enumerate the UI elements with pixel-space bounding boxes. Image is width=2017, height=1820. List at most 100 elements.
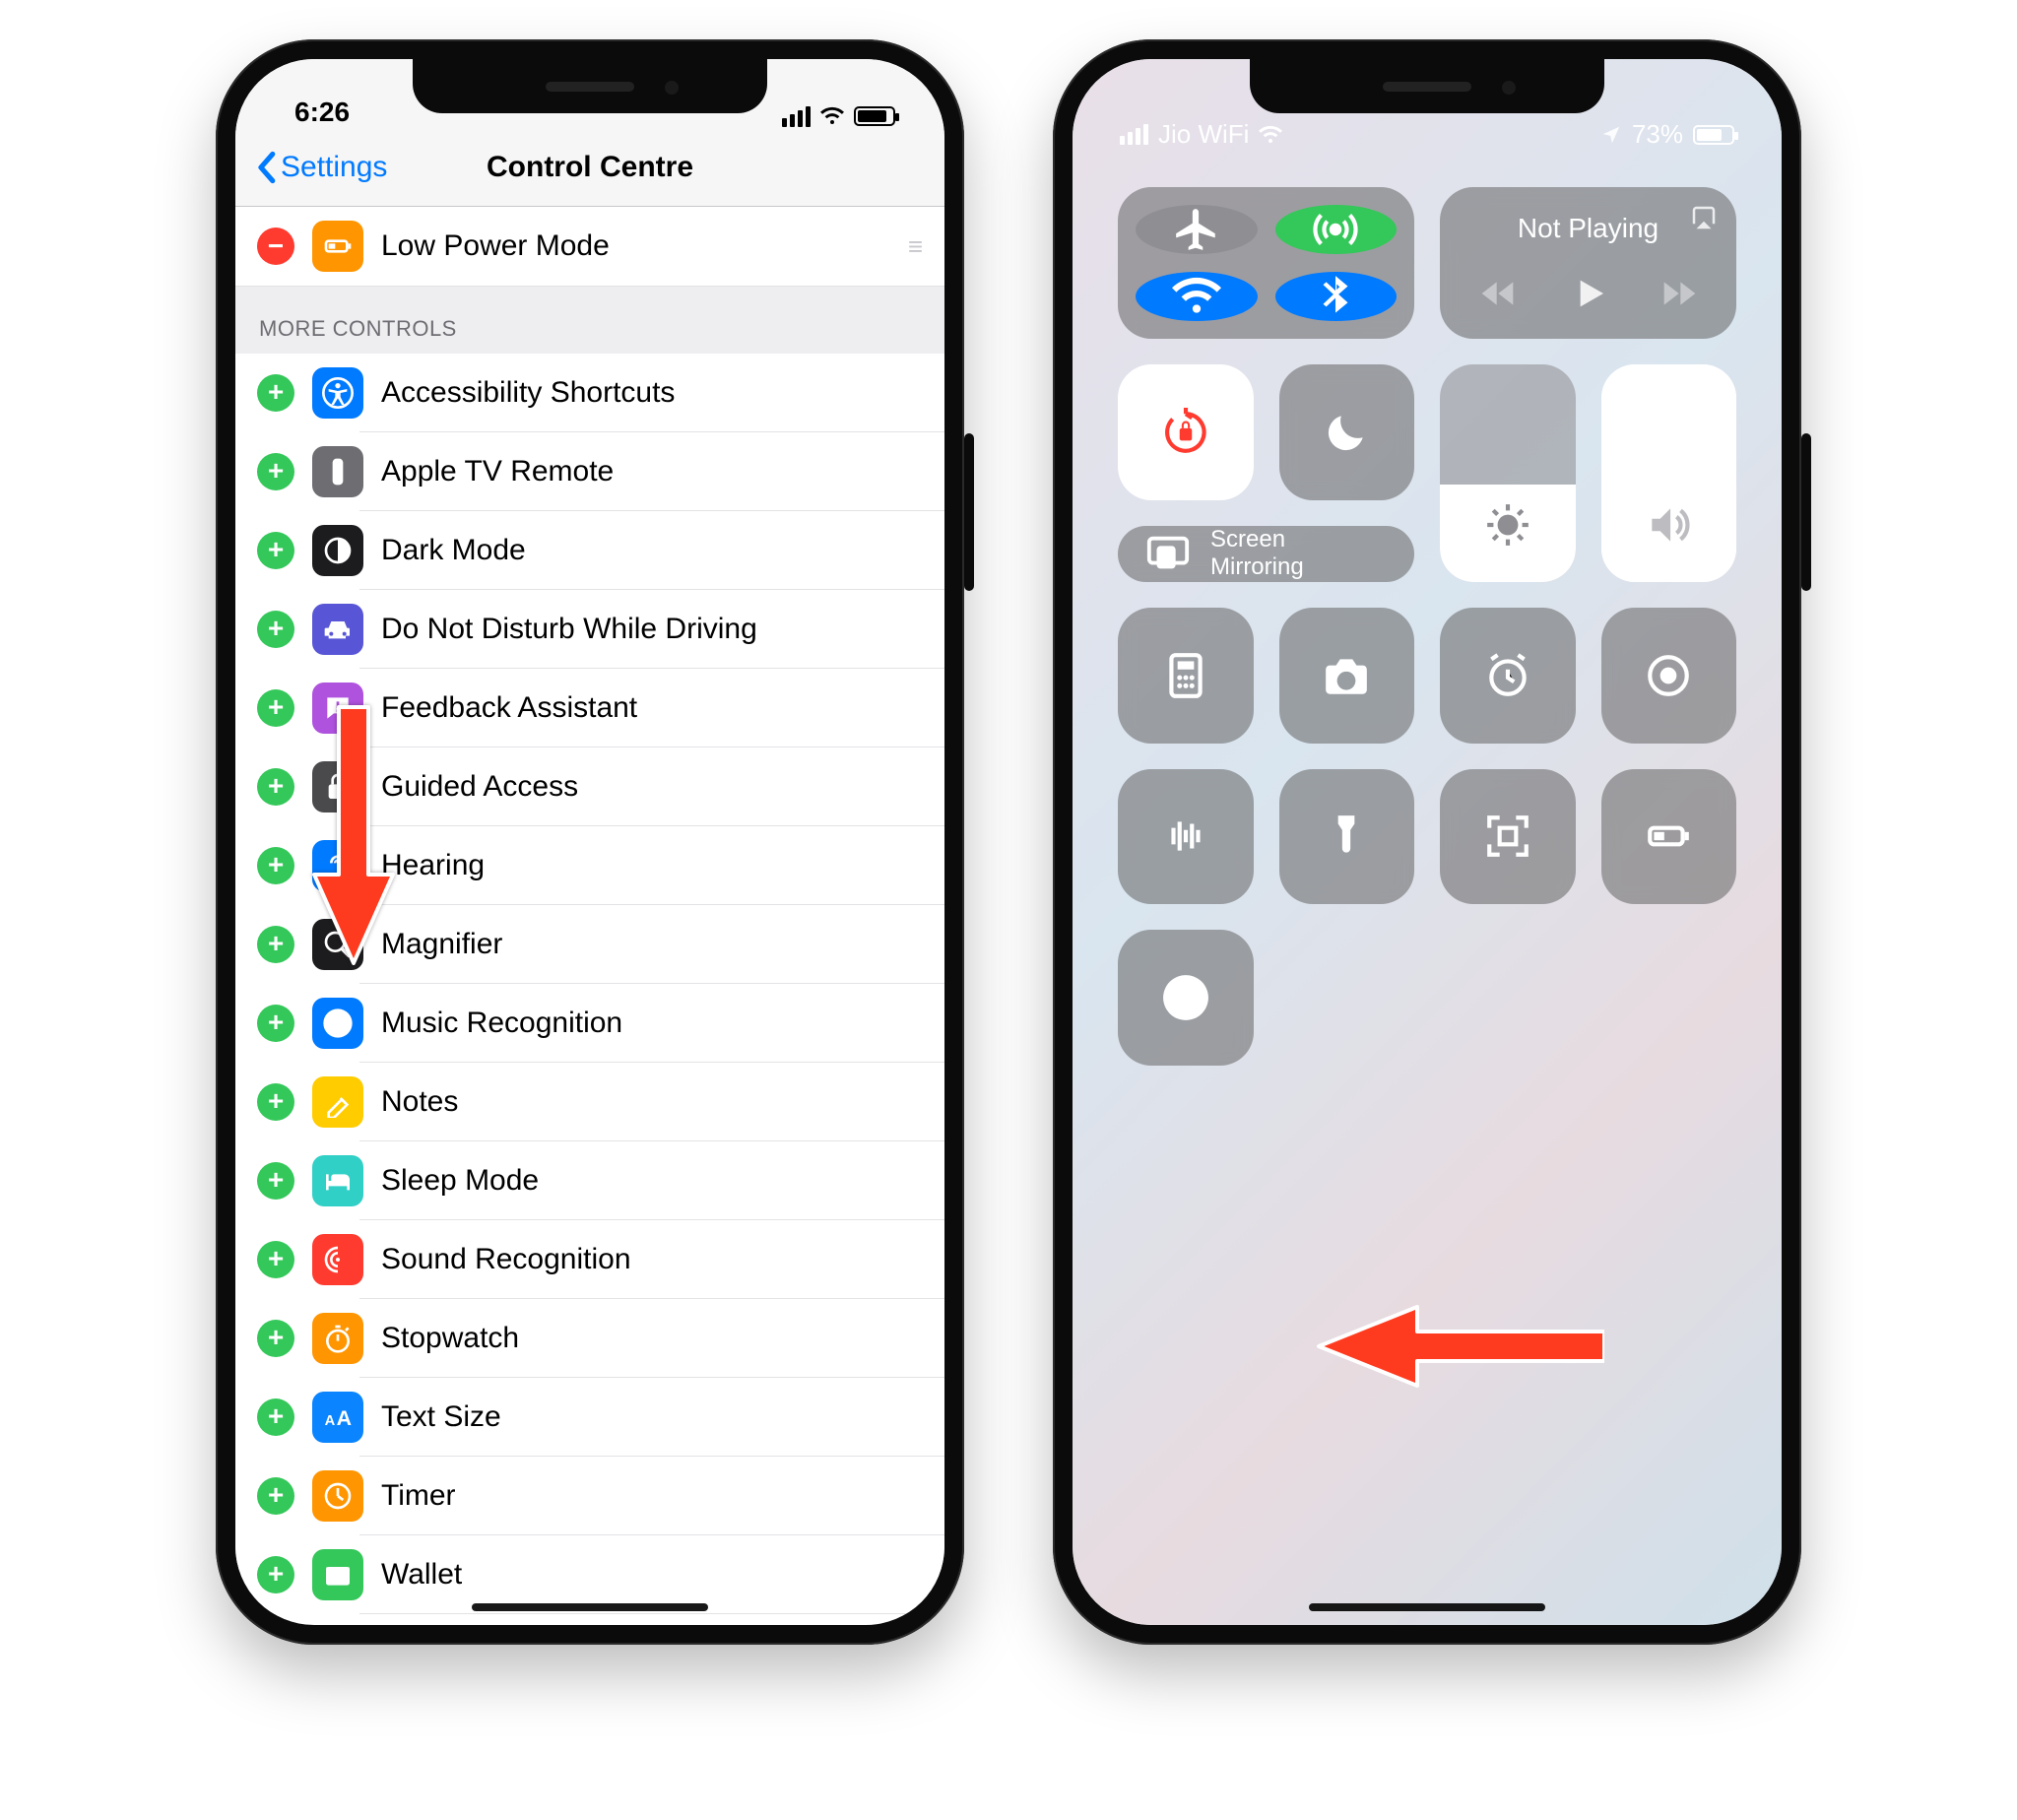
- row-sleep-mode[interactable]: Sleep Mode: [235, 1141, 944, 1220]
- row-wallet[interactable]: Wallet: [235, 1535, 944, 1614]
- add-button[interactable]: [257, 1083, 294, 1121]
- carrier-label: Jio WiFi: [1158, 119, 1249, 150]
- sleep-mode-icon: [312, 1155, 363, 1206]
- media-tile[interactable]: Not Playing: [1440, 187, 1736, 339]
- add-button[interactable]: [257, 1320, 294, 1357]
- alarm-button[interactable]: [1440, 608, 1576, 744]
- signal-icon: [782, 106, 811, 127]
- prev-track-button[interactable]: [1480, 274, 1520, 313]
- add-button[interactable]: [257, 374, 294, 412]
- row-apple-tv-remote[interactable]: Apple TV Remote: [235, 432, 944, 511]
- status-time: 6:26: [294, 97, 350, 128]
- row-label: Accessibility Shortcuts: [381, 376, 925, 410]
- add-button[interactable]: [257, 847, 294, 884]
- nav-bar: Settings Control Centre: [235, 128, 944, 207]
- row-notes[interactable]: Notes: [235, 1063, 944, 1141]
- screen-record-button[interactable]: [1601, 608, 1737, 744]
- row-label: Sound Recognition: [381, 1243, 925, 1276]
- battery-pct: 73%: [1632, 119, 1683, 150]
- battery-icon: [854, 106, 895, 126]
- page-title: Control Centre: [235, 151, 944, 184]
- row-stopwatch[interactable]: Stopwatch: [235, 1299, 944, 1378]
- play-button[interactable]: [1569, 274, 1608, 313]
- magnifier-icon: [312, 919, 363, 970]
- low-power-icon: [312, 221, 363, 272]
- add-button[interactable]: [257, 1398, 294, 1436]
- row-label: Stopwatch: [381, 1322, 925, 1355]
- home-indicator[interactable]: [472, 1603, 708, 1611]
- brightness-icon: [1483, 500, 1532, 550]
- row-timer[interactable]: Timer: [235, 1457, 944, 1535]
- row-dnd-driving[interactable]: Do Not Disturb While Driving: [235, 590, 944, 669]
- section-header-more: MORE CONTROLS: [235, 287, 944, 354]
- add-button[interactable]: [257, 1162, 294, 1200]
- row-sound-recognition[interactable]: Sound Recognition: [235, 1220, 944, 1299]
- accessibility-shortcuts-icon: [312, 367, 363, 419]
- row-magnifier[interactable]: Magnifier: [235, 905, 944, 984]
- row-label: Music Recognition: [381, 1007, 925, 1040]
- home-indicator[interactable]: [1309, 1603, 1545, 1611]
- volume-icon: [1644, 500, 1693, 550]
- wifi-button[interactable]: [1136, 272, 1258, 321]
- add-button[interactable]: [257, 768, 294, 806]
- screen-mirroring-button[interactable]: Screen Mirroring: [1118, 526, 1414, 583]
- row-music-recognition[interactable]: Music Recognition: [235, 984, 944, 1063]
- row-label: Guided Access: [381, 770, 925, 804]
- add-button[interactable]: [257, 689, 294, 727]
- drag-handle-icon[interactable]: ≡: [908, 231, 925, 262]
- next-track-button[interactable]: [1658, 274, 1697, 313]
- sound-recognition-icon: [312, 1234, 363, 1285]
- add-button[interactable]: [257, 1477, 294, 1515]
- flashlight-button[interactable]: [1279, 769, 1415, 905]
- cellular-data-button[interactable]: [1275, 205, 1398, 254]
- add-button[interactable]: [257, 611, 294, 648]
- row-label: Magnifier: [381, 928, 925, 961]
- screen-mirroring-label: Screen Mirroring: [1210, 526, 1304, 583]
- connectivity-tile[interactable]: [1118, 187, 1414, 339]
- rotation-lock-button[interactable]: [1118, 364, 1254, 500]
- add-button[interactable]: [257, 1005, 294, 1042]
- guided-access-icon: [312, 761, 363, 812]
- row-text-size[interactable]: Text Size: [235, 1378, 944, 1457]
- row-guided-access[interactable]: Guided Access: [235, 748, 944, 826]
- row-hearing[interactable]: Hearing: [235, 826, 944, 905]
- settings-list[interactable]: Low Power Mode ≡ MORE CONTROLS Accessibi…: [235, 207, 944, 1614]
- row-label: Hearing: [381, 849, 925, 882]
- remove-button[interactable]: [257, 228, 294, 265]
- hearing-icon: [312, 840, 363, 891]
- row-low-power[interactable]: Low Power Mode ≡: [235, 207, 944, 287]
- row-dark-mode[interactable]: Dark Mode: [235, 511, 944, 590]
- camera-button[interactable]: [1279, 608, 1415, 744]
- bluetooth-button[interactable]: [1275, 272, 1398, 321]
- low-power-mode-button[interactable]: [1601, 769, 1737, 905]
- row-label: Apple TV Remote: [381, 455, 925, 488]
- music-recognition-button[interactable]: [1118, 930, 1254, 1066]
- add-button[interactable]: [257, 532, 294, 569]
- add-button[interactable]: [257, 453, 294, 490]
- airplay-icon[interactable]: [1689, 203, 1719, 232]
- phone-left: 6:26 Settings Control Centre Low Power M…: [216, 39, 964, 1645]
- timer-icon: [312, 1470, 363, 1522]
- add-button[interactable]: [257, 1556, 294, 1593]
- screen-mirroring-icon: [1145, 531, 1191, 576]
- add-button[interactable]: [257, 926, 294, 963]
- airplane-mode-button[interactable]: [1136, 205, 1258, 254]
- dark-mode-icon: [312, 525, 363, 576]
- notch: [1250, 59, 1604, 113]
- do-not-disturb-button[interactable]: [1279, 364, 1415, 500]
- row-label: Notes: [381, 1085, 925, 1119]
- stopwatch-icon: [312, 1313, 363, 1364]
- battery-icon: [1693, 125, 1734, 145]
- row-accessibility-shortcuts[interactable]: Accessibility Shortcuts: [235, 354, 944, 432]
- qr-scanner-button[interactable]: [1440, 769, 1576, 905]
- row-label: Wallet: [381, 1558, 925, 1592]
- row-label: Low Power Mode: [381, 229, 890, 263]
- add-button[interactable]: [257, 1241, 294, 1278]
- feedback-assistant-icon: [312, 682, 363, 734]
- row-feedback-assistant[interactable]: Feedback Assistant: [235, 669, 944, 748]
- brightness-slider[interactable]: [1440, 364, 1576, 582]
- calculator-button[interactable]: [1118, 608, 1254, 744]
- voice-memos-button[interactable]: [1118, 769, 1254, 905]
- dnd-driving-icon: [312, 604, 363, 655]
- volume-slider[interactable]: [1601, 364, 1737, 582]
